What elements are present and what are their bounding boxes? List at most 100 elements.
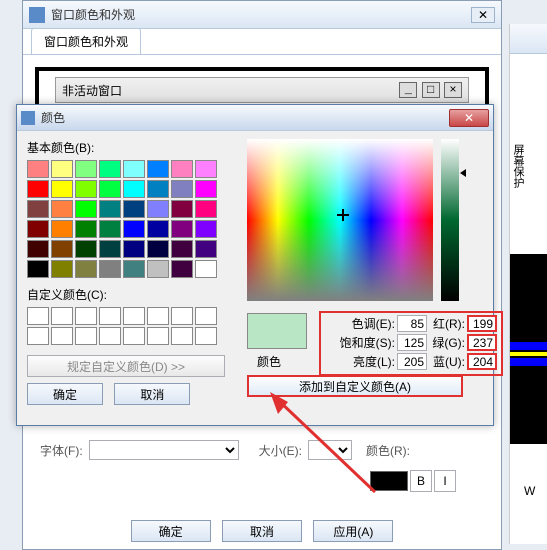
basic-color-cell[interactable] xyxy=(123,260,145,278)
basic-color-cell[interactable] xyxy=(51,180,73,198)
basic-color-cell[interactable] xyxy=(171,180,193,198)
basic-color-cell[interactable] xyxy=(99,260,121,278)
basic-color-cell[interactable] xyxy=(171,200,193,218)
basic-color-cell[interactable] xyxy=(27,260,49,278)
basic-color-cell[interactable] xyxy=(123,180,145,198)
basic-color-cell[interactable] xyxy=(99,180,121,198)
basic-color-cell[interactable] xyxy=(147,160,169,178)
basic-color-cell[interactable] xyxy=(123,220,145,238)
custom-color-cell[interactable] xyxy=(171,327,193,345)
right-panel-peek: 屏幕保护 高 W xyxy=(509,24,547,544)
basic-color-cell[interactable] xyxy=(171,240,193,258)
luminance-slider[interactable] xyxy=(441,139,459,301)
custom-color-cell[interactable] xyxy=(75,307,97,325)
green-input[interactable] xyxy=(467,334,497,351)
lum-input[interactable] xyxy=(397,353,427,370)
tab-appearance[interactable]: 窗口颜色和外观 xyxy=(31,28,141,54)
basic-color-cell[interactable] xyxy=(27,200,49,218)
custom-color-cell[interactable] xyxy=(147,327,169,345)
color-cancel-button[interactable]: 取消 xyxy=(114,383,190,405)
basic-color-cell[interactable] xyxy=(27,240,49,258)
basic-color-cell[interactable] xyxy=(75,200,97,218)
basic-color-cell[interactable] xyxy=(147,200,169,218)
screensaver-hint: 屏幕保护 xyxy=(510,144,526,188)
basic-color-cell[interactable] xyxy=(171,160,193,178)
basic-color-cell[interactable] xyxy=(99,220,121,238)
parent-titlebar[interactable]: 窗口颜色和外观 ✕ xyxy=(23,1,501,29)
basic-color-cell[interactable] xyxy=(51,240,73,258)
basic-color-cell[interactable] xyxy=(147,240,169,258)
color-dialog: 颜色 ✕ 基本颜色(B): 自定义颜色(C): 规定自定义颜色(D) >> 确定… xyxy=(16,104,494,426)
parent-ok-button[interactable]: 确定 xyxy=(131,520,211,542)
basic-color-cell[interactable] xyxy=(195,180,217,198)
basic-color-cell[interactable] xyxy=(147,180,169,198)
custom-color-cell[interactable] xyxy=(99,307,121,325)
crosshair-icon xyxy=(337,209,349,221)
color-swatch-button[interactable] xyxy=(370,471,408,491)
font-select[interactable] xyxy=(89,440,239,460)
basic-color-cell[interactable] xyxy=(195,220,217,238)
custom-color-cell[interactable] xyxy=(123,327,145,345)
custom-color-cell[interactable] xyxy=(123,307,145,325)
basic-color-cell[interactable] xyxy=(195,240,217,258)
basic-color-cell[interactable] xyxy=(75,260,97,278)
basic-color-cell[interactable] xyxy=(75,240,97,258)
color-dialog-titlebar[interactable]: 颜色 ✕ xyxy=(17,105,493,131)
parent-apply-button[interactable]: 应用(A) xyxy=(313,520,393,542)
define-custom-button[interactable]: 规定自定义颜色(D) >> xyxy=(27,355,225,377)
basic-color-cell[interactable] xyxy=(51,220,73,238)
window-control-icons: _ □ × xyxy=(398,82,462,98)
basic-color-cell[interactable] xyxy=(171,220,193,238)
color-gradient-picker[interactable] xyxy=(247,139,433,301)
basic-color-cell[interactable] xyxy=(75,160,97,178)
custom-color-cell[interactable] xyxy=(75,327,97,345)
color-dialog-title: 颜色 xyxy=(41,109,449,126)
custom-color-cell[interactable] xyxy=(147,307,169,325)
basic-color-cell[interactable] xyxy=(147,260,169,278)
custom-color-cell[interactable] xyxy=(27,307,49,325)
basic-color-cell[interactable] xyxy=(195,260,217,278)
custom-color-cell[interactable] xyxy=(51,327,73,345)
basic-color-cell[interactable] xyxy=(171,260,193,278)
basic-color-cell[interactable] xyxy=(75,220,97,238)
color-ok-button[interactable]: 确定 xyxy=(27,383,103,405)
lum-label: 亮度(L): xyxy=(325,353,395,370)
basic-color-cell[interactable] xyxy=(99,160,121,178)
basic-color-cell[interactable] xyxy=(195,200,217,218)
bold-button[interactable]: B xyxy=(410,470,432,492)
custom-colors-label: 自定义颜色(C): xyxy=(27,286,247,303)
basic-color-cell[interactable] xyxy=(51,260,73,278)
sat-input[interactable] xyxy=(397,334,427,351)
color-dialog-close-button[interactable]: ✕ xyxy=(449,109,489,127)
italic-button[interactable]: I xyxy=(434,470,456,492)
basic-color-cell[interactable] xyxy=(123,160,145,178)
basic-color-cell[interactable] xyxy=(27,220,49,238)
color-dialog-icon xyxy=(21,111,35,125)
custom-color-cell[interactable] xyxy=(51,307,73,325)
basic-color-cell[interactable] xyxy=(51,200,73,218)
parent-cancel-button[interactable]: 取消 xyxy=(222,520,302,542)
custom-color-cell[interactable] xyxy=(99,327,121,345)
custom-color-cell[interactable] xyxy=(171,307,193,325)
blue-input[interactable] xyxy=(467,353,497,370)
custom-colors-grid xyxy=(27,307,247,345)
custom-color-cell[interactable] xyxy=(27,327,49,345)
basic-color-cell[interactable] xyxy=(123,200,145,218)
size-select[interactable] xyxy=(308,440,352,460)
basic-color-cell[interactable] xyxy=(27,180,49,198)
add-to-custom-button[interactable]: 添加到自定义颜色(A) xyxy=(247,375,463,397)
parent-close-button[interactable]: ✕ xyxy=(471,7,495,23)
custom-color-cell[interactable] xyxy=(195,327,217,345)
red-label: 红(R): xyxy=(431,315,465,332)
custom-color-cell[interactable] xyxy=(195,307,217,325)
basic-color-cell[interactable] xyxy=(51,160,73,178)
basic-color-cell[interactable] xyxy=(99,240,121,258)
hue-input[interactable] xyxy=(397,315,427,332)
basic-color-cell[interactable] xyxy=(75,180,97,198)
basic-color-cell[interactable] xyxy=(195,160,217,178)
red-input[interactable] xyxy=(467,315,497,332)
basic-color-cell[interactable] xyxy=(123,240,145,258)
basic-color-cell[interactable] xyxy=(99,200,121,218)
basic-color-cell[interactable] xyxy=(147,220,169,238)
basic-color-cell[interactable] xyxy=(27,160,49,178)
